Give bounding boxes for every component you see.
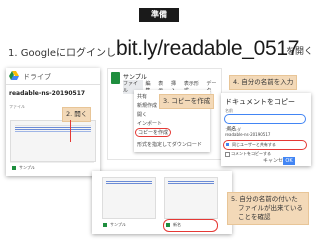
callout-confirm-line3: ことを確認	[238, 213, 271, 221]
result-file1-row[interactable]: サンプル	[102, 220, 154, 230]
menu-item-import[interactable]: インポート	[137, 120, 162, 127]
folder-value: readable-ns-20190517	[225, 132, 271, 137]
google-drive-icon	[9, 71, 19, 80]
menu-item-open[interactable]: 開く	[137, 111, 147, 118]
dialog-title: ドキュメントをコピー	[225, 98, 295, 106]
share-option-highlight[interactable]: 同じユーザーと共有する	[223, 140, 307, 150]
callout-enter-name: 4. 自分の名前を入力	[229, 75, 298, 90]
folder-name: readable-ns-20190517	[9, 90, 86, 97]
sheets-file-icon	[12, 166, 16, 170]
drive-screenshot: ドライブ readable-ns-20190517 ファイル サンプル	[6, 68, 100, 176]
result-file2-thumb[interactable]	[164, 177, 218, 219]
pointer-line	[70, 120, 71, 142]
callout-make-copy: 3. コピーを作成	[159, 94, 215, 109]
cancel-button[interactable]: キャンセル	[263, 157, 283, 165]
comments-option[interactable]: コメントをコピーする	[223, 150, 305, 157]
comments-checkbox[interactable]	[225, 152, 230, 157]
file-thumbnail[interactable]	[10, 120, 96, 162]
copy-dialog: ドキュメントをコピー 名前 新名 フォルダ readable-ns-201905…	[221, 93, 311, 166]
result-file2-name: 新名	[173, 222, 181, 227]
files-section-label: ファイル	[9, 104, 25, 109]
menu-item-download[interactable]: 形式を指定してダウンロード	[137, 141, 202, 148]
drive-header	[6, 68, 100, 85]
google-sheets-icon	[111, 72, 120, 84]
sheets-screenshot: サンプル ファイル 編集 表示 挿入 表示形式 データ 共有 新規作成 開く イ…	[107, 68, 222, 160]
ok-button[interactable]: OK	[283, 157, 295, 165]
callout-open: 2. 開く	[62, 107, 92, 122]
step1-instruction: 1. Googleにログインし	[8, 48, 116, 59]
short-url: bit.ly/readable_0517	[116, 37, 300, 60]
share-option-label: 同じユーザーと共有する	[232, 142, 276, 147]
callout-confirm: 5. 自分の名前の付いた ファイルが出来ている ことを確認	[227, 192, 309, 225]
result-screenshot: サンプル 新名	[92, 171, 232, 234]
file-name: サンプル	[19, 165, 35, 170]
result-file1-name: サンプル	[110, 222, 126, 227]
file-row[interactable]: サンプル	[10, 162, 94, 173]
sheets-file-icon	[166, 223, 170, 227]
name-input[interactable]: 新名	[224, 114, 306, 132]
drive-app-name: ドライブ	[23, 73, 51, 81]
section-title-badge: 準備	[139, 8, 179, 22]
sheets-file-icon	[103, 223, 107, 227]
menu-item-new[interactable]: 新規作成	[137, 102, 157, 109]
result-file2-row[interactable]: 新名	[163, 219, 218, 232]
callout-confirm-line2: ファイルが出来ている	[238, 204, 303, 212]
result-file1-thumb[interactable]	[102, 177, 156, 219]
step1-suffix: を開く	[286, 47, 314, 57]
share-checkbox[interactable]	[226, 143, 229, 146]
menu-item-share[interactable]: 共有	[137, 93, 147, 100]
callout-confirm-line1: 5. 自分の名前の付いた	[231, 195, 298, 203]
menu-item-make-copy[interactable]: コピーを作成	[135, 128, 172, 137]
